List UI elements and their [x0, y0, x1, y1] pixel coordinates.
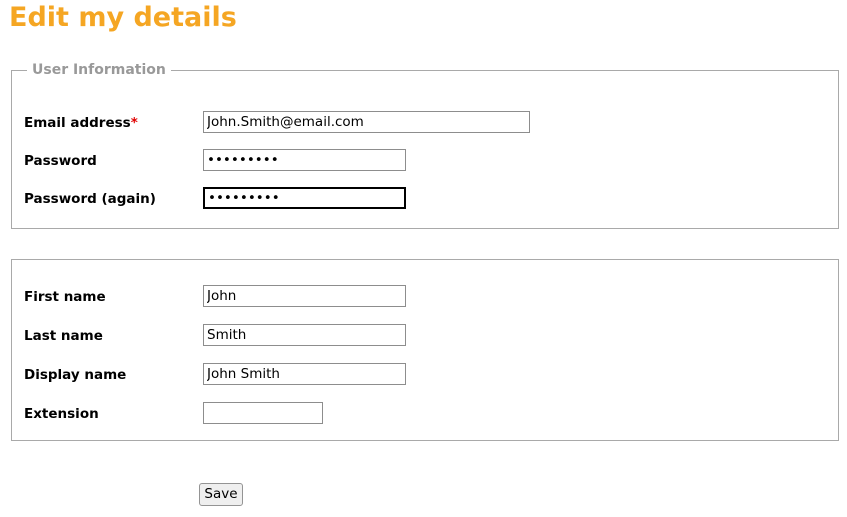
fieldset-user-information: User Information Email address* Password…	[11, 61, 839, 229]
label-password: Password	[24, 153, 97, 169]
extension-input[interactable]	[203, 402, 323, 424]
label-email-address: Email address*	[24, 111, 138, 135]
password-again-input[interactable]	[203, 187, 406, 209]
last-name-input[interactable]	[203, 324, 406, 346]
required-asterisk-icon: *	[130, 115, 138, 131]
label-display-name: Display name	[24, 367, 127, 383]
label-email-address-text: Email address	[24, 115, 131, 131]
form-row-display-name: Display name	[12, 363, 838, 391]
label-password-again: Password (again)	[24, 191, 156, 207]
email-address-input[interactable]	[203, 111, 530, 133]
first-name-input[interactable]	[203, 285, 406, 307]
form-row-first-name: First name	[12, 285, 838, 313]
form-row-last-name: Last name	[12, 324, 838, 352]
page-title: Edit my details	[9, 2, 237, 33]
label-extension: Extension	[24, 406, 99, 422]
fieldset-personal-details: First name Last name Display name Extens…	[11, 259, 839, 441]
form-row-password: Password	[12, 149, 838, 177]
form-row-extension: Extension	[12, 402, 838, 430]
display-name-input[interactable]	[203, 363, 406, 385]
save-button[interactable]: Save	[199, 483, 243, 506]
form-row-email-address: Email address*	[12, 111, 838, 139]
password-input[interactable]	[203, 149, 406, 171]
label-first-name: First name	[24, 289, 106, 305]
form-row-password-again: Password (again)	[12, 187, 838, 215]
label-last-name: Last name	[24, 328, 103, 344]
fieldset-legend-user-information: User Information	[27, 61, 171, 79]
